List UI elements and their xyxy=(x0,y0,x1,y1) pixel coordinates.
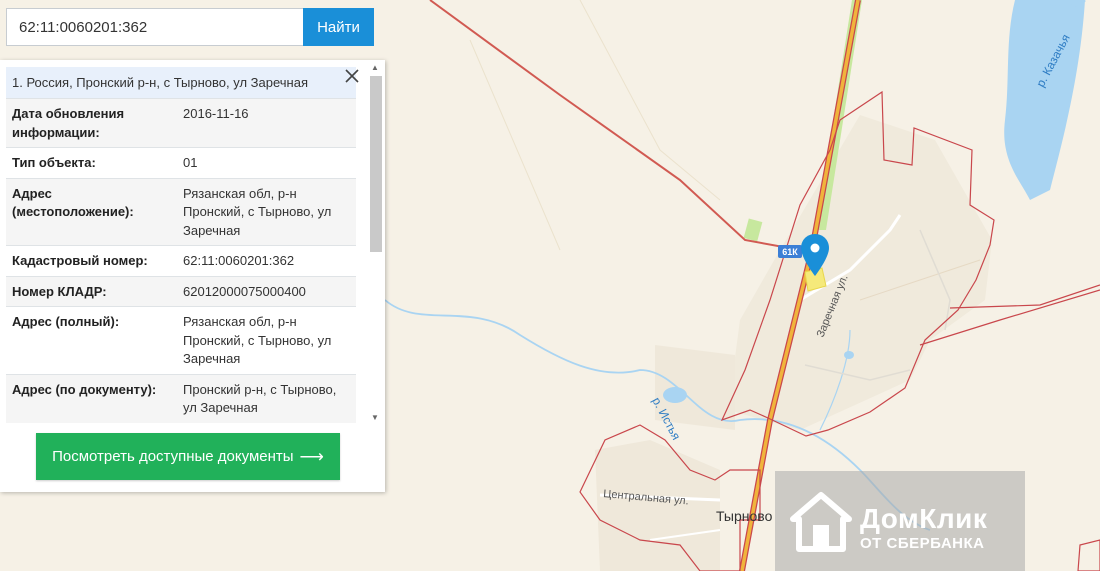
row-value: 01 xyxy=(177,147,356,178)
table-row: Кадастровый номер: 62:11:0060201:362 xyxy=(6,245,356,276)
info-table: Дата обновления информации: 2016-11-16 Ти… xyxy=(6,98,356,423)
scrollbar-thumb[interactable] xyxy=(370,76,382,252)
search-bar: Найти xyxy=(6,8,374,46)
table-row: Дата обновления информации: 2016-11-16 xyxy=(6,98,356,148)
arrow-right-icon: ⟶ xyxy=(299,446,324,466)
table-row: Адрес (полный): Рязанская обл, р-н Пронск… xyxy=(6,306,356,374)
row-value: Рязанская обл, р-н Пронский, с Тырново, … xyxy=(177,177,356,246)
search-button[interactable]: Найти xyxy=(303,8,374,46)
village-label: Тырново xyxy=(716,508,773,524)
row-value: Рязанская обл, р-н Пронский, с Тырново, … xyxy=(177,306,356,374)
row-key: Адрес (полный): xyxy=(6,306,177,374)
pond xyxy=(844,351,854,359)
row-value: 62:11:0060201:362 xyxy=(177,245,356,276)
row-key: Адрес (по документу): xyxy=(6,373,177,423)
result-title[interactable]: 1. Россия, Пронский р-н, с Тырново, ул З… xyxy=(6,67,356,98)
scrollbar[interactable]: ▲ ▼ xyxy=(368,62,382,424)
house-logo-icon xyxy=(790,492,852,552)
view-documents-button[interactable]: Посмотреть доступные документы ⟶ xyxy=(36,433,340,480)
table-row: Адрес (местоположение): Рязанская обл, р-… xyxy=(6,177,356,246)
row-key: Дата обновления информации: xyxy=(6,98,177,148)
scroll-down-icon[interactable]: ▼ xyxy=(368,412,382,424)
search-input[interactable] xyxy=(6,8,303,46)
table-row: Номер КЛАДР: 62012000075000400 xyxy=(6,275,356,307)
table-row: Адрес (по документу): Пронский р-н, с Тыр… xyxy=(6,373,356,423)
view-documents-label: Посмотреть доступные документы xyxy=(52,448,294,465)
pond xyxy=(663,387,687,403)
scroll-up-icon[interactable]: ▲ xyxy=(368,62,382,74)
row-key: Номер КЛАДР: xyxy=(6,275,177,307)
row-key: Адрес (местоположение): xyxy=(6,177,177,246)
road-badge: 61К xyxy=(778,245,802,258)
close-icon[interactable] xyxy=(343,67,361,85)
row-value: Пронский р-н, с Тырново, ул Заречная xyxy=(177,373,356,423)
watermark-title: ДомКлик xyxy=(860,503,988,534)
row-value: 2016-11-16 xyxy=(177,98,356,148)
result-list[interactable]: 1. Россия, Пронский р-н, с Тырново, ул З… xyxy=(6,67,356,426)
row-key: Тип объекта: xyxy=(6,147,177,178)
domclick-watermark: ДомКлик ОТ СБЕРБАНКА xyxy=(775,471,1025,571)
row-value: 62012000075000400 xyxy=(177,275,356,307)
road-badge-label: 61К xyxy=(782,247,798,257)
table-row: Тип объекта: 01 xyxy=(6,147,356,178)
row-key: Кадастровый номер: xyxy=(6,245,177,276)
result-panel: 1. Россия, Пронский р-н, с Тырново, ул З… xyxy=(0,60,385,492)
watermark-subtitle: ОТ СБЕРБАНКА xyxy=(860,535,985,552)
